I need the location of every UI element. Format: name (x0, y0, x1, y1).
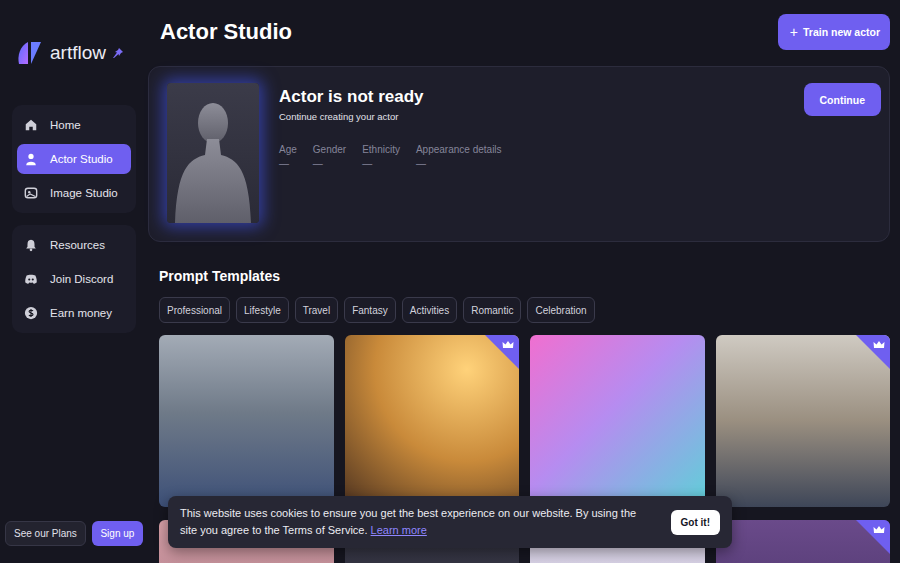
actor-portrait (167, 83, 259, 223)
page-header: Actor Studio + Train new actor (148, 14, 890, 50)
cookie-text: This website uses cookies to ensure you … (180, 505, 647, 539)
category-chips: ProfessionalLifestyleTravelFantasyActivi… (159, 297, 890, 323)
template-card[interactable] (345, 335, 520, 507)
sidebar-item[interactable]: Home (17, 110, 131, 140)
plus-icon: + (790, 24, 798, 40)
actor-field: Gender — (313, 144, 346, 169)
actor-fields: Age — Gender — Ethnicity — Appearance detai… (279, 144, 784, 169)
accept-cookies-button[interactable]: Got it! (671, 510, 720, 535)
app: artflow Home Actor Studio Image Studio R… (0, 0, 900, 563)
cookie-banner: This website uses cookies to ensure you … (168, 496, 732, 548)
signup-button[interactable]: Sign up (92, 521, 143, 546)
template-card[interactable] (716, 335, 891, 507)
premium-badge (856, 335, 890, 369)
category-chip[interactable]: Lifestyle (236, 297, 289, 323)
premium-badge (485, 335, 519, 369)
home-icon (24, 118, 38, 132)
train-actor-button[interactable]: + Train new actor (778, 14, 890, 50)
category-chip[interactable]: Professional (159, 297, 230, 323)
category-chip[interactable]: Celebration (527, 297, 594, 323)
category-chip[interactable]: Romantic (463, 297, 521, 323)
discord-icon (24, 272, 38, 286)
actor-title: Actor is not ready (279, 87, 784, 107)
learn-more-link[interactable]: Learn more (371, 524, 427, 536)
actor-field: Age — (279, 144, 297, 169)
main-content: Actor Studio + Train new actor Actor is … (148, 0, 900, 563)
logo[interactable]: artflow (12, 38, 136, 68)
template-card[interactable] (530, 335, 705, 507)
mannequin-icon (167, 83, 259, 223)
plans-button[interactable]: See our Plans (5, 521, 86, 546)
crown-icon (873, 525, 885, 535)
template-card[interactable] (159, 335, 334, 507)
crown-icon (502, 340, 514, 350)
sidebar-item[interactable]: Earn money (17, 298, 131, 328)
pin-icon[interactable] (112, 47, 124, 59)
templates-title: Prompt Templates (159, 268, 890, 284)
sidebar-item[interactable]: Resources (17, 230, 131, 260)
dollar-icon (24, 306, 38, 320)
nav-group: Resources Join Discord Earn money (12, 225, 136, 333)
continue-button[interactable]: Continue (804, 83, 882, 116)
artflow-logo-icon (16, 40, 44, 66)
sidebar: artflow Home Actor Studio Image Studio R… (0, 0, 148, 563)
sidebar-item[interactable]: Image Studio (17, 178, 131, 208)
actor-info: Actor is not ready Continue creating you… (279, 83, 784, 223)
nav-group: Home Actor Studio Image Studio (12, 105, 136, 213)
sidebar-item[interactable]: Actor Studio (17, 144, 131, 174)
user-icon (24, 152, 38, 166)
image-icon (24, 186, 38, 200)
template-card[interactable] (716, 520, 891, 563)
page-title: Actor Studio (160, 19, 292, 45)
category-chip[interactable]: Travel (295, 297, 338, 323)
premium-badge (856, 520, 890, 554)
actor-field: Appearance details — (416, 144, 502, 169)
actor-card: Actor is not ready Continue creating you… (148, 66, 890, 242)
category-chip[interactable]: Fantasy (344, 297, 396, 323)
sidebar-actions: See our Plans Sign up (5, 521, 143, 546)
bell-icon (24, 238, 38, 252)
crown-icon (873, 340, 885, 350)
sidebar-item[interactable]: Join Discord (17, 264, 131, 294)
category-chip[interactable]: Activities (402, 297, 457, 323)
actor-subtitle: Continue creating your actor (279, 111, 784, 122)
actor-field: Ethnicity — (362, 144, 400, 169)
